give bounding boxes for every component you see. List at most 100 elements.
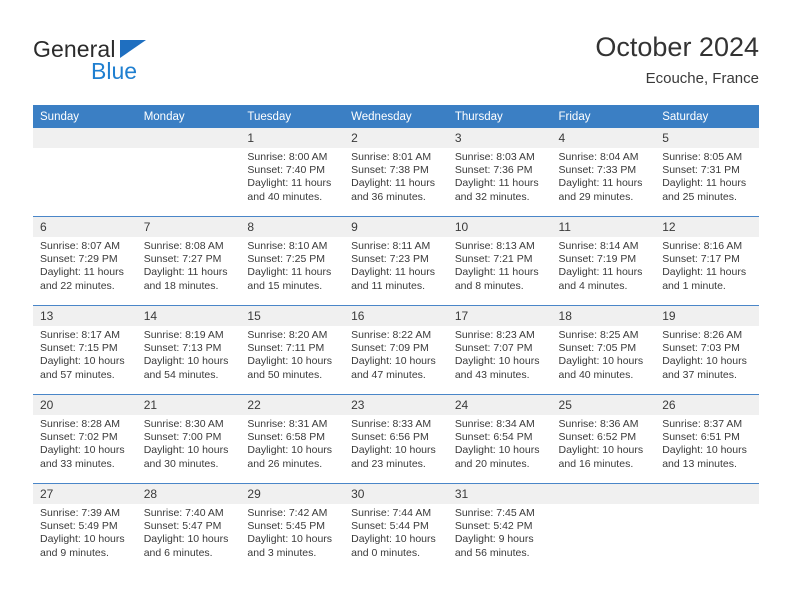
daylight-text-line1: Daylight: 10 hours — [351, 355, 436, 368]
day-number: 2 — [344, 128, 448, 148]
logo-triangle-icon — [120, 40, 146, 58]
daylight-text-line2: and 56 minutes. — [454, 546, 530, 559]
day-cell[interactable]: 5 Sunrise: 8:05 AM Sunset: 7:31 PM Daylight… — [655, 128, 759, 217]
daylight-text-line2: and 6 minutes. — [143, 546, 213, 559]
sunrise-text: Sunrise: 8:31 AM — [247, 418, 328, 430]
day-cell-inner: 31 Sunrise: 7:45 AM Sunset: 5:42 PM Dayligh… — [447, 484, 552, 572]
sunrise-text: Sunrise: 8:10 AM — [247, 240, 328, 252]
sunset-text: Sunset: 5:49 PM — [40, 520, 118, 533]
day-details: Sunrise: 8:19 AM Sunset: 7:13 PM Daylight:… — [137, 326, 241, 382]
day-cell[interactable]: 14 Sunrise: 8:19 AM Sunset: 7:13 PM Dayligh… — [136, 305, 241, 395]
daylight-text-line2: and 33 minutes. — [40, 457, 115, 470]
daylight-text-line2: and 26 minutes. — [247, 457, 323, 470]
day-cell[interactable]: 18 Sunrise: 8:25 AM Sunset: 7:05 PM Dayligh… — [551, 305, 656, 395]
daylight-text-line2: and 4 minutes. — [558, 279, 628, 292]
sunrise-text: Sunrise: 8:20 AM — [247, 329, 328, 341]
sunrise-text: Sunrise: 7:45 AM — [454, 507, 535, 519]
daylight-text-line1: Daylight: 10 hours — [662, 444, 747, 457]
day-cell[interactable] — [551, 483, 656, 572]
day-cell[interactable]: 7 Sunrise: 8:08 AM Sunset: 7:27 PM Daylight… — [136, 216, 241, 306]
generalblue-logo: General Blue — [33, 36, 233, 92]
daylight-text-line1: Daylight: 10 hours — [247, 444, 333, 457]
daylight-text-line2: and 9 minutes. — [40, 546, 109, 559]
day-cell[interactable]: 15 Sunrise: 8:20 AM Sunset: 7:11 PM Dayligh… — [240, 305, 345, 395]
day-cell[interactable]: 24 Sunrise: 8:34 AM Sunset: 6:54 PM Dayligh… — [447, 394, 552, 484]
day-number: 31 — [447, 484, 552, 504]
day-cell[interactable]: 20 Sunrise: 8:28 AM Sunset: 7:02 PM Dayligh… — [33, 394, 137, 484]
day-details: Sunrise: 8:31 AM Sunset: 6:58 PM Daylight:… — [240, 415, 344, 471]
sunrise-text: Sunrise: 8:37 AM — [662, 418, 743, 430]
day-cell[interactable]: 11 Sunrise: 8:14 AM Sunset: 7:19 PM Dayligh… — [551, 216, 656, 306]
day-cell[interactable]: 22 Sunrise: 8:31 AM Sunset: 6:58 PM Dayligh… — [240, 394, 345, 484]
day-cell[interactable]: 23 Sunrise: 8:33 AM Sunset: 6:56 PM Dayligh… — [344, 394, 448, 484]
daylight-text-line1: Daylight: 10 hours — [40, 444, 125, 457]
daylight-text-line2: and 20 minutes. — [454, 457, 530, 470]
day-details: Sunrise: 7:39 AM Sunset: 5:49 PM Daylight:… — [33, 504, 137, 560]
week-row: 20 Sunrise: 8:28 AM Sunset: 7:02 PM Dayligh… — [33, 394, 759, 484]
day-cell[interactable]: 10 Sunrise: 8:13 AM Sunset: 7:21 PM Dayligh… — [447, 216, 552, 306]
day-cell[interactable] — [655, 483, 759, 572]
sunset-text: Sunset: 5:44 PM — [351, 520, 429, 533]
day-cell[interactable]: 16 Sunrise: 8:22 AM Sunset: 7:09 PM Dayligh… — [344, 305, 448, 395]
day-details: Sunrise: 8:20 AM Sunset: 7:11 PM Daylight:… — [240, 326, 344, 382]
day-cell[interactable]: 4 Sunrise: 8:04 AM Sunset: 7:33 PM Daylight… — [551, 128, 656, 217]
day-number: 23 — [344, 395, 448, 415]
daylight-text-line1: Daylight: 10 hours — [143, 533, 229, 546]
day-cell[interactable]: 13 Sunrise: 8:17 AM Sunset: 7:15 PM Dayligh… — [33, 305, 137, 395]
daylight-text-line2: and 36 minutes. — [351, 190, 426, 203]
day-cell[interactable]: 12 Sunrise: 8:16 AM Sunset: 7:17 PM Dayligh… — [655, 216, 759, 306]
day-cell-inner: 21 Sunrise: 8:30 AM Sunset: 7:00 PM Dayligh… — [136, 395, 241, 483]
sunset-text: Sunset: 7:03 PM — [662, 342, 740, 355]
day-cell[interactable]: 30 Sunrise: 7:44 AM Sunset: 5:44 PM Dayligh… — [344, 483, 448, 572]
day-cell-inner — [33, 128, 137, 216]
daylight-text-line2: and 18 minutes. — [143, 279, 219, 292]
daylight-text-line2: and 30 minutes. — [143, 457, 219, 470]
day-number: 14 — [136, 306, 241, 326]
day-cell-inner: 16 Sunrise: 8:22 AM Sunset: 7:09 PM Dayligh… — [344, 306, 448, 394]
daylight-text-line1: Daylight: 11 hours — [247, 177, 332, 190]
day-cell[interactable]: 8 Sunrise: 8:10 AM Sunset: 7:25 PM Daylight… — [240, 216, 345, 306]
daylight-text-line1: Daylight: 10 hours — [143, 444, 229, 457]
calendar-body: 1 Sunrise: 8:00 AM Sunset: 7:40 PM Daylight… — [33, 128, 759, 572]
day-number — [33, 128, 137, 148]
day-cell[interactable] — [136, 128, 241, 217]
daylight-text-line1: Daylight: 9 hours — [454, 533, 534, 546]
day-details: Sunrise: 8:10 AM Sunset: 7:25 PM Daylight:… — [240, 237, 344, 293]
sunset-text: Sunset: 7:17 PM — [662, 253, 740, 266]
sunset-text: Sunset: 7:21 PM — [454, 253, 533, 266]
day-cell-inner: 13 Sunrise: 8:17 AM Sunset: 7:15 PM Dayligh… — [33, 306, 137, 394]
day-details: Sunrise: 8:34 AM Sunset: 6:54 PM Daylight:… — [448, 415, 552, 471]
day-cell[interactable]: 25 Sunrise: 8:36 AM Sunset: 6:52 PM Dayligh… — [551, 394, 656, 484]
daylight-text-line2: and 43 minutes. — [454, 368, 530, 381]
sunrise-text: Sunrise: 8:00 AM — [247, 151, 328, 163]
day-cell[interactable]: 3 Sunrise: 8:03 AM Sunset: 7:36 PM Daylight… — [447, 128, 552, 217]
day-number: 6 — [33, 217, 137, 237]
day-cell[interactable]: 28 Sunrise: 7:40 AM Sunset: 5:47 PM Dayligh… — [136, 483, 241, 572]
day-cell[interactable]: 17 Sunrise: 8:23 AM Sunset: 7:07 PM Dayligh… — [447, 305, 552, 395]
day-details: Sunrise: 8:05 AM Sunset: 7:31 PM Daylight:… — [655, 148, 759, 204]
daylight-text-line2: and 50 minutes. — [247, 368, 323, 381]
day-cell[interactable]: 29 Sunrise: 7:42 AM Sunset: 5:45 PM Dayligh… — [240, 483, 345, 572]
day-cell[interactable]: 1 Sunrise: 8:00 AM Sunset: 7:40 PM Daylight… — [240, 128, 345, 217]
day-cell[interactable]: 6 Sunrise: 8:07 AM Sunset: 7:29 PM Daylight… — [33, 216, 137, 306]
daylight-text-line2: and 15 minutes. — [247, 279, 323, 292]
sunset-text: Sunset: 6:52 PM — [558, 431, 637, 444]
day-cell[interactable]: 19 Sunrise: 8:26 AM Sunset: 7:03 PM Dayligh… — [655, 305, 759, 395]
sunrise-text: Sunrise: 8:14 AM — [558, 240, 639, 252]
day-cell[interactable]: 27 Sunrise: 7:39 AM Sunset: 5:49 PM Dayligh… — [33, 483, 137, 572]
day-cell-inner: 19 Sunrise: 8:26 AM Sunset: 7:03 PM Dayligh… — [655, 306, 759, 394]
daylight-text-line2: and 40 minutes. — [558, 368, 634, 381]
daylight-text-line2: and 16 minutes. — [558, 457, 634, 470]
sunrise-text: Sunrise: 8:17 AM — [40, 329, 120, 341]
day-cell-inner: 20 Sunrise: 8:28 AM Sunset: 7:02 PM Dayligh… — [33, 395, 137, 483]
day-number: 16 — [344, 306, 448, 326]
day-cell[interactable]: 31 Sunrise: 7:45 AM Sunset: 5:42 PM Dayligh… — [447, 483, 552, 572]
daylight-text-line2: and 11 minutes. — [351, 279, 426, 292]
day-cell[interactable]: 21 Sunrise: 8:30 AM Sunset: 7:00 PM Dayligh… — [136, 394, 241, 484]
day-details: Sunrise: 8:11 AM Sunset: 7:23 PM Daylight:… — [344, 237, 448, 293]
day-cell[interactable]: 26 Sunrise: 8:37 AM Sunset: 6:51 PM Dayligh… — [655, 394, 759, 484]
day-number: 12 — [655, 217, 759, 237]
day-cell[interactable]: 9 Sunrise: 8:11 AM Sunset: 7:23 PM Daylight… — [344, 216, 448, 306]
day-cell[interactable]: 2 Sunrise: 8:01 AM Sunset: 7:38 PM Daylight… — [344, 128, 448, 217]
day-cell[interactable] — [33, 128, 137, 217]
